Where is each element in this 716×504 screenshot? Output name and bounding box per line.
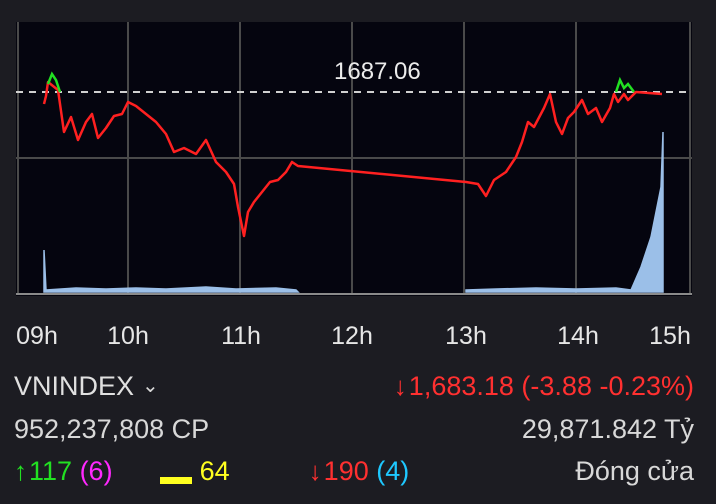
market-breadth-row: ↑117 (6) 64 ↓190 (4) Đóng cửa xyxy=(0,456,716,488)
time-tick-13h: 13h xyxy=(445,322,487,350)
index-selector[interactable]: VNINDEX ⌄ xyxy=(14,371,159,402)
reference-value-label: 1687.06 xyxy=(334,58,421,85)
price-line-up xyxy=(614,76,635,93)
volume-area xyxy=(43,249,300,293)
arrow-down-icon: ↓ xyxy=(393,371,407,401)
index-price: 1,683.18 xyxy=(408,371,514,401)
floor-count: (4) xyxy=(376,456,410,486)
time-tick-11h: 11h xyxy=(221,322,261,350)
arrow-down-icon: ↓ xyxy=(308,456,322,486)
time-tick-10h: 10h xyxy=(107,322,149,350)
advancers-count: 117 xyxy=(29,456,73,486)
time-tick-09h: 09h xyxy=(16,322,58,350)
time-tick-15h: 15h xyxy=(649,322,691,350)
market-status: Đóng cửa xyxy=(575,456,694,486)
time-tick-14h: 14h xyxy=(557,322,599,350)
unchanged-icon xyxy=(159,477,192,485)
index-price-change: ↓1,683.18 (-3.88 -0.23%) xyxy=(394,371,694,402)
index-change: (-3.88 -0.23%) xyxy=(521,371,694,401)
chevron-down-icon: ⌄ xyxy=(142,375,159,398)
unchanged-count: 64 xyxy=(199,456,230,486)
volume-area xyxy=(465,131,664,293)
breadth-counts: ↑117 (6) 64 ↓190 (4) xyxy=(14,456,409,487)
index-name: VNINDEX xyxy=(14,371,135,401)
decliners-count: 190 xyxy=(323,456,369,486)
time-tick-12h: 12h xyxy=(331,322,373,350)
index-summary-row: VNINDEX ⌄ ↓1,683.18 (-3.88 -0.23%) xyxy=(0,371,716,403)
total-volume: 952,237,808 CP xyxy=(14,414,210,444)
ceiling-count: (6) xyxy=(79,456,113,486)
intraday-chart[interactable]: 1687.06 xyxy=(16,22,692,296)
volume-row: 952,237,808 CP 29,871.842 Tỷ xyxy=(0,414,716,446)
arrow-up-icon: ↑ xyxy=(14,456,27,486)
total-value: 29,871.842 Tỷ xyxy=(521,414,694,444)
